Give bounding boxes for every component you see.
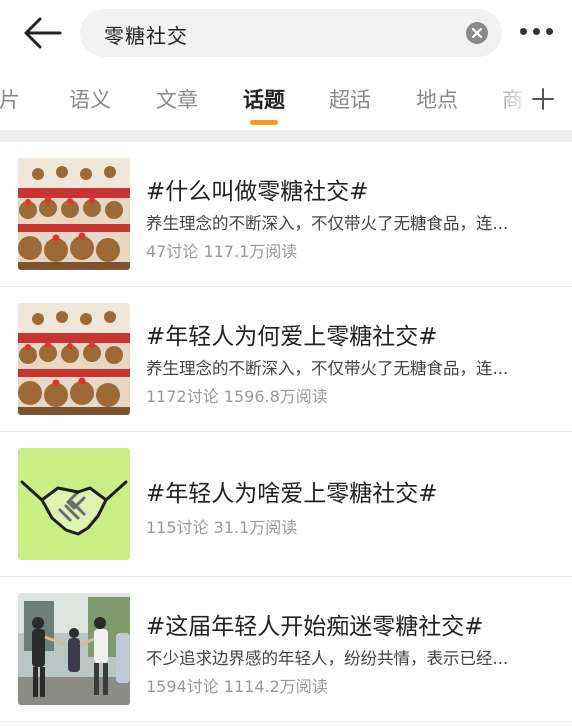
capybara-plush-display-image — [18, 158, 130, 270]
tab-pictures[interactable]: 图片 — [0, 84, 20, 114]
tab-semantic[interactable]: 语义 — [69, 84, 111, 114]
close-icon — [471, 27, 483, 39]
back-button[interactable] — [20, 13, 64, 53]
topic-description: 养生理念的不断深入，不仅带火了无糖食品，连... — [146, 359, 509, 378]
more-dot-icon — [533, 28, 540, 35]
tab-super-topics[interactable]: 超话 — [329, 84, 371, 114]
back-arrow-icon — [24, 17, 62, 49]
tabs-fade — [492, 72, 532, 128]
topic-title: #年轻人为啥爱上零糖社交# — [146, 481, 438, 507]
list-item[interactable]: #什么叫做零糖社交# 养生理念的不断深入，不仅带火了无糖食品，连... 47讨论… — [0, 142, 572, 287]
topic-thumbnail[interactable] — [18, 158, 130, 270]
topic-thumbnail[interactable] — [18, 448, 130, 560]
topic-stats: 47讨论 117.1万阅读 — [146, 242, 298, 261]
top-bar: 零糖社交 — [0, 0, 572, 64]
more-options-button[interactable] — [514, 22, 558, 42]
capybara-plush-display-image — [18, 303, 130, 415]
topic-list: #什么叫做零糖社交# 养生理念的不断深入，不仅带火了无糖食品，连... 47讨论… — [0, 142, 572, 722]
topic-title: #年轻人为何爱上零糖社交# — [146, 324, 438, 350]
search-tabs: 图片 语义 文章 话题 超话 地点 商 — [0, 72, 572, 128]
topic-stats: 1172讨论 1596.8万阅读 — [146, 387, 328, 406]
handshake-icon — [18, 448, 130, 560]
topic-description: 养生理念的不断深入，不仅带火了无糖食品，连... — [146, 214, 509, 233]
search-input[interactable]: 零糖社交 — [80, 9, 502, 57]
section-divider — [0, 130, 572, 142]
list-item[interactable]: #年轻人为何爱上零糖社交# 养生理念的不断深入，不仅带火了无糖食品，连... 1… — [0, 287, 572, 432]
search-query-text: 零糖社交 — [104, 24, 188, 48]
list-item[interactable]: #这届年轻人开始痴迷零糖社交# 不少追求边界感的年轻人，纷纷共情，表示已经...… — [0, 577, 572, 722]
plus-icon — [532, 88, 554, 110]
tab-articles[interactable]: 文章 — [156, 84, 198, 114]
topic-stats: 1594讨论 1114.2万阅读 — [146, 677, 328, 696]
add-tab-button[interactable] — [530, 86, 556, 112]
list-item[interactable]: #年轻人为啥爱上零糖社交# 115讨论 31.1万阅读 — [0, 432, 572, 577]
topic-title: #这届年轻人开始痴迷零糖社交# — [146, 614, 484, 640]
clear-search-button[interactable] — [466, 22, 488, 44]
tab-places[interactable]: 地点 — [416, 84, 458, 114]
people-greeting-photo — [18, 593, 130, 705]
topic-description: 不少追求边界感的年轻人，纷纷共情，表示已经... — [146, 649, 509, 668]
active-tab-indicator — [250, 120, 278, 125]
topic-title: #什么叫做零糖社交# — [146, 179, 369, 205]
topic-thumbnail[interactable] — [18, 303, 130, 415]
tab-topics[interactable]: 话题 — [243, 84, 285, 114]
more-dot-icon — [546, 28, 553, 35]
more-dot-icon — [520, 28, 527, 35]
topic-stats: 115讨论 31.1万阅读 — [146, 518, 298, 537]
topic-thumbnail[interactable] — [18, 593, 130, 705]
